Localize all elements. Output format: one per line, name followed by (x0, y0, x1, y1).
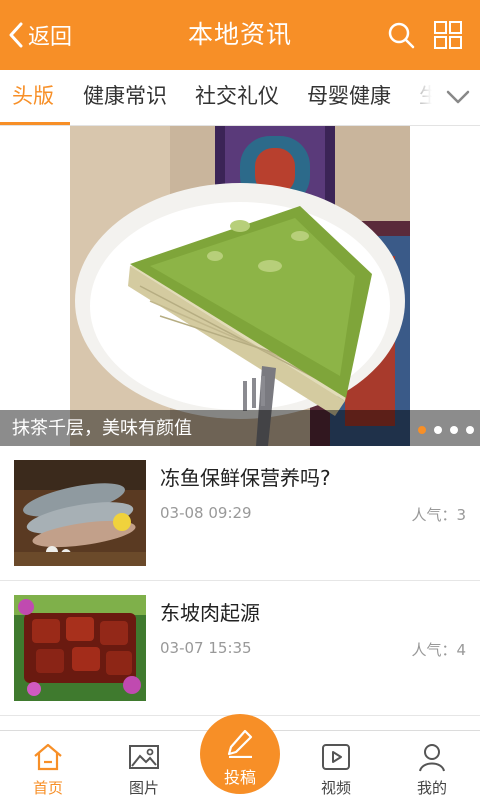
news-time: 03-08 09:29 (160, 504, 252, 522)
post-button[interactable]: 投稿 (200, 714, 280, 794)
tab-video-label: 视频 (320, 779, 351, 797)
list-item[interactable]: 冻鱼保鲜保营养吗? 03-08 09:29 人气：3 (0, 446, 480, 581)
tab-mine-label: 我的 (416, 779, 447, 797)
top-bar: 返回 本地资讯 (0, 0, 480, 70)
news-title: 东坡肉起源 (160, 601, 260, 625)
carousel-dot[interactable] (434, 426, 442, 434)
grid-menu-icon[interactable] (433, 20, 463, 50)
carousel-dot[interactable] (450, 426, 458, 434)
video-icon (322, 744, 350, 770)
search-icon[interactable] (386, 20, 416, 50)
news-list: 冻鱼保鲜保营养吗? 03-08 09:29 人气：3 东坡肉起源 03-07 1… (0, 446, 480, 730)
carousel-indicator (418, 426, 474, 434)
picture-icon (129, 745, 159, 769)
user-icon (419, 744, 445, 772)
carousel-dot[interactable] (418, 426, 426, 434)
banner-carousel[interactable]: 抹茶千层，美味有颜值 (0, 126, 480, 446)
tab-maternal-health[interactable]: 母婴健康 (307, 70, 391, 125)
news-title: 冻鱼保鲜保营养吗? (160, 466, 331, 490)
tab-home[interactable]: 首页 (0, 731, 96, 801)
tab-health-tips[interactable]: 健康常识 (83, 70, 167, 125)
post-label: 投稿 (223, 768, 256, 787)
tab-video[interactable]: 视频 (288, 731, 384, 801)
news-time: 03-07 15:35 (160, 639, 252, 657)
active-tab-indicator (0, 122, 70, 125)
tab-pictures-label: 图片 (128, 779, 159, 797)
pencil-icon (227, 729, 253, 758)
tab-mine[interactable]: 我的 (384, 731, 480, 801)
list-item[interactable]: 东坡肉起源 03-07 15:35 人气：4 (0, 581, 480, 716)
news-popularity: 人气：4 (411, 641, 466, 659)
chevron-down-icon[interactable] (444, 85, 472, 109)
home-icon (34, 743, 62, 771)
frozen-fish-thumbnail (14, 460, 146, 566)
braised-pork-thumbnail (14, 595, 146, 701)
news-popularity: 人气：3 (411, 506, 466, 524)
carousel-dot[interactable] (466, 426, 474, 434)
tab-social-etiquette[interactable]: 社交礼仪 (195, 70, 279, 125)
tab-pictures[interactable]: 图片 (96, 731, 192, 801)
tab-home-label: 首页 (32, 779, 63, 797)
banner-caption: 抹茶千层，美味有颜值 (12, 418, 192, 439)
tab-frontpage[interactable]: 头版 (12, 70, 54, 125)
matcha-cake-image (0, 126, 480, 446)
